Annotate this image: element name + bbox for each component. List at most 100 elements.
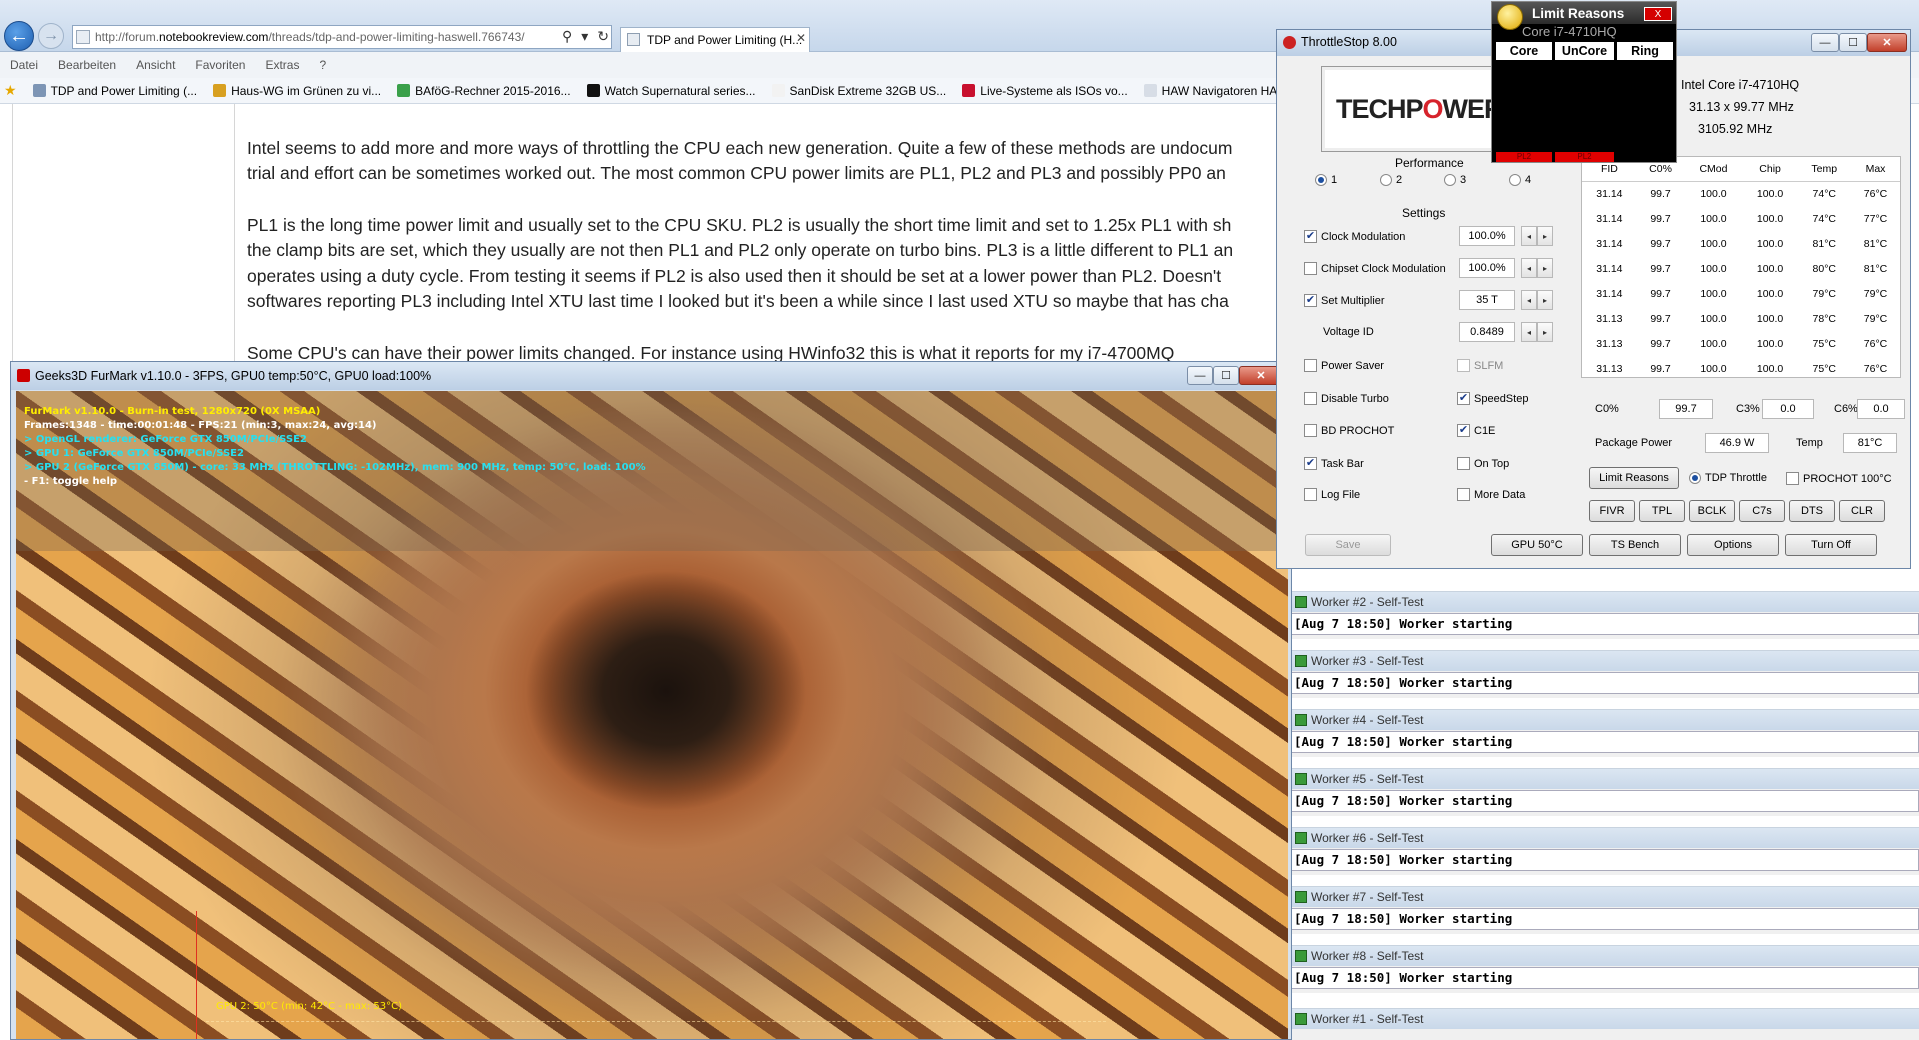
bd-prochot-checkbox[interactable]: BD PROCHOT [1304,424,1394,437]
log-file-checkbox[interactable]: Log File [1304,488,1360,501]
increase-button[interactable]: ▸ [1537,322,1553,342]
favicon-icon [32,84,46,97]
decrease-button[interactable]: ◂ [1521,258,1537,278]
worker-title[interactable]: Worker #4 - Self-Test [1291,710,1919,730]
checkmark-icon: ✔ [1304,294,1317,307]
favorite-item[interactable]: TDP and Power Limiting (... [32,84,197,98]
profile-radio[interactable]: 3 [1444,174,1466,186]
speedstep-checkbox[interactable]: ✔ SpeedStep [1457,392,1528,405]
options-button[interactable]: Options [1687,534,1779,556]
favorites-star-icon[interactable]: ★ [4,82,17,99]
worker-title[interactable]: Worker #2 - Self-Test [1291,592,1919,612]
limit-reasons-button[interactable]: Limit Reasons [1589,467,1679,489]
fivr-button[interactable]: FIVR [1589,500,1635,522]
menu-bearbeiten[interactable]: Bearbeiten [58,58,116,72]
c6-value: 0.0 [1857,399,1905,419]
worker-title[interactable]: Worker #6 - Self-Test [1291,828,1919,848]
minimize-button[interactable]: — [1187,366,1213,385]
core-tab[interactable]: Core [1496,42,1552,60]
increase-button[interactable]: ▸ [1537,290,1553,310]
set-multiplier-checkbox[interactable]: ✔ Set Multiplier [1304,294,1385,307]
limit-reasons-close-button[interactable]: X [1644,7,1672,21]
voltage-id-value[interactable]: 0.8489 [1459,322,1515,342]
favorite-item[interactable]: Watch Supernatural series... [586,84,756,98]
disable-turbo-checkbox[interactable]: Disable Turbo [1304,392,1389,405]
prochot-checkbox[interactable]: PROCHOT 100°C [1786,472,1892,485]
table-cell: 31.14 [1596,287,1623,300]
c7s-button[interactable]: C7s [1739,500,1785,522]
ts-bench-button[interactable]: TS Bench [1589,534,1681,556]
ring-tab[interactable]: Ring [1617,42,1673,60]
arrow-right-icon: → [43,27,59,44]
worker-title[interactable]: Worker #5 - Self-Test [1291,769,1919,789]
decrease-button[interactable]: ◂ [1521,226,1537,246]
clock-modulation-value[interactable]: 100.0% [1459,226,1515,246]
menu-help[interactable]: ? [319,58,326,72]
on-top-checkbox[interactable]: On Top [1457,457,1509,470]
worker-title[interactable]: Worker #3 - Self-Test [1291,651,1919,671]
maximize-button[interactable]: ☐ [1839,33,1867,52]
power-saver-checkbox[interactable]: Power Saver [1304,359,1384,372]
clock-modulation-checkbox[interactable]: ✔ Clock Modulation [1304,230,1405,243]
dropdown-icon[interactable]: ▾ [581,28,588,45]
menu-favoriten[interactable]: Favoriten [195,58,245,72]
maximize-button[interactable]: ☐ [1213,366,1239,385]
favicon-icon [1143,84,1157,97]
refresh-icon[interactable]: ↻ [597,28,609,45]
slfm-checkbox[interactable]: SLFM [1457,359,1503,372]
worker-title[interactable]: Worker #7 - Self-Test [1291,887,1919,907]
forward-button[interactable]: → [38,23,64,49]
turn-off-button[interactable]: Turn Off [1785,534,1877,556]
table-cell: 99.7 [1650,337,1671,350]
favorite-item[interactable]: SanDisk Extreme 32GB US... [771,84,946,98]
tab-close-icon[interactable]: ✕ [796,31,806,45]
chipset-modulation-value[interactable]: 100.0% [1459,258,1515,278]
dts-button[interactable]: DTS [1789,500,1835,522]
favorite-item[interactable]: BAföG-Rechner 2015-2016... [397,84,571,98]
more-data-checkbox[interactable]: More Data [1457,488,1525,501]
menu-ansicht[interactable]: Ansicht [136,58,175,72]
set-multiplier-value[interactable]: 35 T [1459,290,1515,310]
chipset-modulation-checkbox[interactable]: Chipset Clock Modulation [1304,262,1446,275]
browser-tab[interactable]: TDP and Power Limiting (H... [620,27,810,52]
decrease-button[interactable]: ◂ [1521,290,1537,310]
table-cell: 99.7 [1650,312,1671,325]
search-icon[interactable]: ⚲ [562,28,572,45]
task-bar-checkbox[interactable]: ✔ Task Bar [1304,457,1364,470]
minimize-button[interactable]: — [1811,33,1839,52]
address-bar[interactable]: http://forum. notebookreview.com/threads/… [72,25,612,49]
worker-panel: Worker #7 - Self-Test [Aug 7 18:50] Worke… [1291,886,1919,934]
menu-datei[interactable]: Datei [10,58,38,72]
worker-title[interactable]: Worker #8 - Self-Test [1291,946,1919,966]
favorite-item[interactable]: Live-Systeme als ISOs vo... [962,84,1128,98]
worker-icon [1295,596,1307,608]
tpl-button[interactable]: TPL [1639,500,1685,522]
arrow-left-icon: ◂ [1526,263,1531,273]
c1e-checkbox[interactable]: ✔ C1E [1457,424,1495,437]
profile-radio[interactable]: 4 [1509,174,1531,186]
cpu-name: Intel Core i7-4710HQ [1681,78,1800,92]
increase-button[interactable]: ▸ [1537,258,1553,278]
uncore-tab[interactable]: UnCore [1555,42,1614,60]
decrease-button[interactable]: ◂ [1521,322,1537,342]
clr-button[interactable]: CLR [1839,500,1885,522]
close-button[interactable]: ✕ [1867,33,1907,52]
profile-radio[interactable]: 1 [1315,174,1337,186]
favorite-item[interactable]: Haus-WG im Grünen zu vi... [213,84,381,98]
menu-extras[interactable]: Extras [265,58,299,72]
osd-line: > OpenGL renderer: GeForce GTX 850M/PCIe… [24,434,307,445]
checkmark-icon: ✔ [1457,424,1470,437]
furmark-render-canvas: FurMark v1.10.0 - Burn-in test, 1280x720… [16,391,1288,1039]
address-tools: ⚲ ▾ ↻ [562,28,609,45]
table-cell: 100.0 [1700,312,1727,325]
osd-line: Frames:1348 - time:00:01:48 - FPS:21 (mi… [24,420,377,431]
gpu-temp-button[interactable]: GPU 50°C [1491,534,1583,556]
worker-title[interactable]: Worker #1 - Self-Test [1291,1009,1919,1029]
furmark-title[interactable]: Geeks3D FurMark v1.10.0 - 3FPS, GPU0 tem… [11,362,1291,390]
back-button[interactable]: ← [4,21,34,51]
increase-button[interactable]: ▸ [1537,226,1553,246]
tdp-throttle-radio[interactable]: TDP Throttle [1689,472,1767,484]
save-button[interactable]: Save [1305,534,1391,556]
profile-radio[interactable]: 2 [1380,174,1402,186]
bclk-button[interactable]: BCLK [1689,500,1735,522]
